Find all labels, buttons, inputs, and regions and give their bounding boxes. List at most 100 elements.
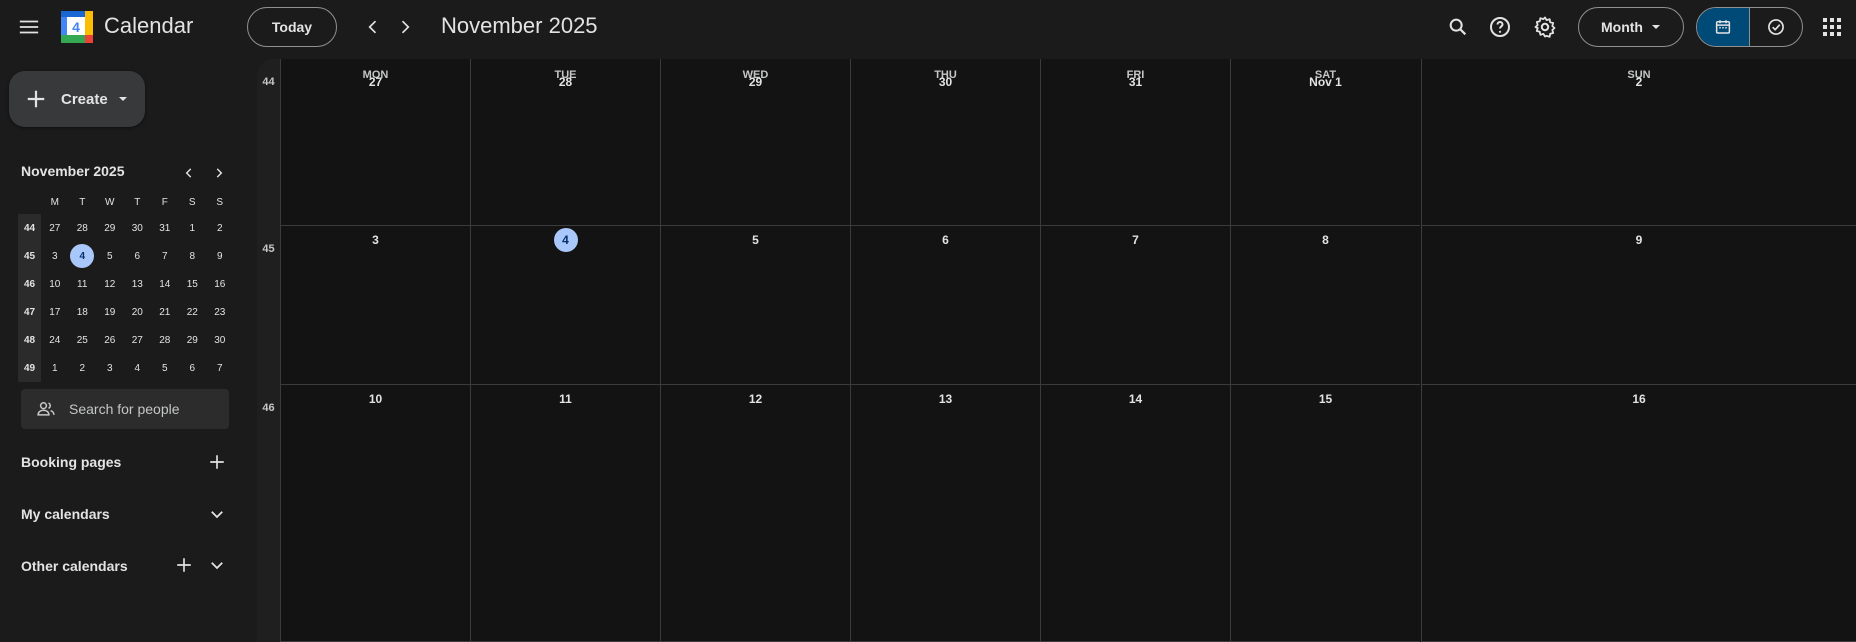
day-cell[interactable]: 6 xyxy=(850,226,1040,385)
day-cell[interactable]: 13 xyxy=(850,385,1040,642)
mini-day[interactable]: 3 xyxy=(41,242,69,270)
date-number[interactable]: 14 xyxy=(1041,392,1230,406)
mini-day[interactable]: 29 xyxy=(96,214,124,242)
date-number[interactable]: 31 xyxy=(1041,75,1230,89)
mini-day[interactable]: 1 xyxy=(179,214,207,242)
add-booking-page-button[interactable] xyxy=(203,448,231,476)
mini-day[interactable]: 27 xyxy=(124,326,152,354)
mini-day[interactable]: 6 xyxy=(179,354,207,382)
day-cell[interactable]: 3 xyxy=(280,226,470,385)
mini-day[interactable]: 12 xyxy=(96,270,124,298)
day-cell[interactable]: 15 xyxy=(1230,385,1420,642)
mini-week-number[interactable]: 48 xyxy=(18,326,41,354)
mini-day[interactable]: 17 xyxy=(41,298,69,326)
date-number[interactable]: 10 xyxy=(281,392,470,406)
date-number[interactable]: 27 xyxy=(281,75,470,89)
day-cell[interactable]: 16 xyxy=(1421,385,1856,642)
day-cell[interactable]: 9 xyxy=(1421,226,1856,385)
my-calendars-toggle-button[interactable] xyxy=(203,500,231,528)
calendar-mode-button[interactable] xyxy=(1697,8,1750,46)
mini-day-today[interactable]: 4 xyxy=(69,242,97,270)
my-calendars-label[interactable]: My calendars xyxy=(21,506,110,522)
mini-day[interactable]: 22 xyxy=(179,298,207,326)
date-number[interactable]: 3 xyxy=(281,233,470,247)
mini-day[interactable]: 28 xyxy=(69,214,97,242)
mini-day[interactable]: 3 xyxy=(96,354,124,382)
mini-day[interactable]: 9 xyxy=(206,242,234,270)
date-number[interactable]: 2 xyxy=(1422,75,1856,89)
help-button[interactable] xyxy=(1480,7,1520,47)
mini-day[interactable]: 19 xyxy=(96,298,124,326)
day-cell[interactable]: TUE 28 xyxy=(470,59,660,226)
mini-day[interactable]: 26 xyxy=(96,326,124,354)
day-cell[interactable]: 5 xyxy=(660,226,850,385)
date-number[interactable]: 29 xyxy=(661,75,850,89)
day-cell[interactable]: WED 29 xyxy=(660,59,850,226)
date-number[interactable]: 8 xyxy=(1231,233,1420,247)
mini-day[interactable]: 1 xyxy=(41,354,69,382)
date-number[interactable]: Nov 1 xyxy=(1231,75,1420,89)
week-number[interactable]: 46 xyxy=(257,402,280,414)
mini-day[interactable]: 4 xyxy=(124,354,152,382)
mini-day[interactable]: 16 xyxy=(206,270,234,298)
mini-day[interactable]: 29 xyxy=(179,326,207,354)
day-cell[interactable]: SUN 2 xyxy=(1421,59,1856,226)
other-calendars-label[interactable]: Other calendars xyxy=(21,558,128,574)
search-people-input[interactable]: Search for people xyxy=(21,389,229,429)
mini-day[interactable]: 6 xyxy=(124,242,152,270)
date-number[interactable]: 15 xyxy=(1231,392,1420,406)
day-cell[interactable]: 8 xyxy=(1230,226,1420,385)
create-button[interactable]: Create xyxy=(9,71,145,127)
date-number[interactable]: 9 xyxy=(1422,233,1856,247)
mini-day[interactable]: 27 xyxy=(41,214,69,242)
date-number[interactable]: 6 xyxy=(851,233,1040,247)
date-number[interactable]: 30 xyxy=(851,75,1040,89)
mini-day[interactable]: 25 xyxy=(69,326,97,354)
mini-week-number[interactable]: 45 xyxy=(18,242,41,270)
mini-day[interactable]: 13 xyxy=(124,270,152,298)
day-cell[interactable]: 4 xyxy=(470,226,660,385)
day-cell[interactable]: FRI 31 xyxy=(1040,59,1230,226)
mini-day[interactable]: 7 xyxy=(206,354,234,382)
date-number[interactable]: 11 xyxy=(471,392,660,406)
date-number[interactable]: 28 xyxy=(471,75,660,89)
day-cell[interactable]: SAT Nov 1 xyxy=(1230,59,1420,226)
mini-day[interactable]: 10 xyxy=(41,270,69,298)
mini-day[interactable]: 14 xyxy=(151,270,179,298)
mini-day[interactable]: 31 xyxy=(151,214,179,242)
day-cell[interactable]: 12 xyxy=(660,385,850,642)
date-number[interactable]: 5 xyxy=(661,233,850,247)
mini-day[interactable]: 21 xyxy=(151,298,179,326)
day-cell[interactable]: 14 xyxy=(1040,385,1230,642)
day-cell[interactable]: MON 27 xyxy=(280,59,470,226)
other-calendars-toggle-button[interactable] xyxy=(203,551,231,579)
mini-day[interactable]: 15 xyxy=(179,270,207,298)
mini-day[interactable]: 5 xyxy=(151,354,179,382)
google-apps-button[interactable] xyxy=(1812,7,1852,47)
mini-week-number[interactable]: 46 xyxy=(18,270,41,298)
next-period-button[interactable] xyxy=(385,7,425,47)
today-date-number[interactable]: 4 xyxy=(471,228,660,252)
day-cell[interactable]: 11 xyxy=(470,385,660,642)
mini-week-number[interactable]: 47 xyxy=(18,298,41,326)
week-number[interactable]: 44 xyxy=(257,76,280,88)
today-button[interactable]: Today xyxy=(247,7,337,47)
week-number[interactable]: 45 xyxy=(257,243,280,255)
day-cell[interactable]: THU 30 xyxy=(850,59,1040,226)
date-number[interactable]: 7 xyxy=(1041,233,1230,247)
mini-day[interactable]: 5 xyxy=(96,242,124,270)
mini-day[interactable]: 24 xyxy=(41,326,69,354)
mini-day[interactable]: 18 xyxy=(69,298,97,326)
date-number[interactable]: 13 xyxy=(851,392,1040,406)
mini-day[interactable]: 23 xyxy=(206,298,234,326)
mini-day[interactable]: 7 xyxy=(151,242,179,270)
date-number[interactable]: 16 xyxy=(1422,392,1856,406)
calendar-logo[interactable]: 4 xyxy=(61,11,93,43)
mini-day[interactable]: 28 xyxy=(151,326,179,354)
mini-day[interactable]: 2 xyxy=(69,354,97,382)
mini-calendar-previous-button[interactable] xyxy=(176,160,202,186)
main-menu-button[interactable] xyxy=(9,7,49,47)
mini-day[interactable]: 30 xyxy=(206,326,234,354)
mini-week-number[interactable]: 44 xyxy=(18,214,41,242)
booking-pages-label[interactable]: Booking pages xyxy=(21,454,121,470)
